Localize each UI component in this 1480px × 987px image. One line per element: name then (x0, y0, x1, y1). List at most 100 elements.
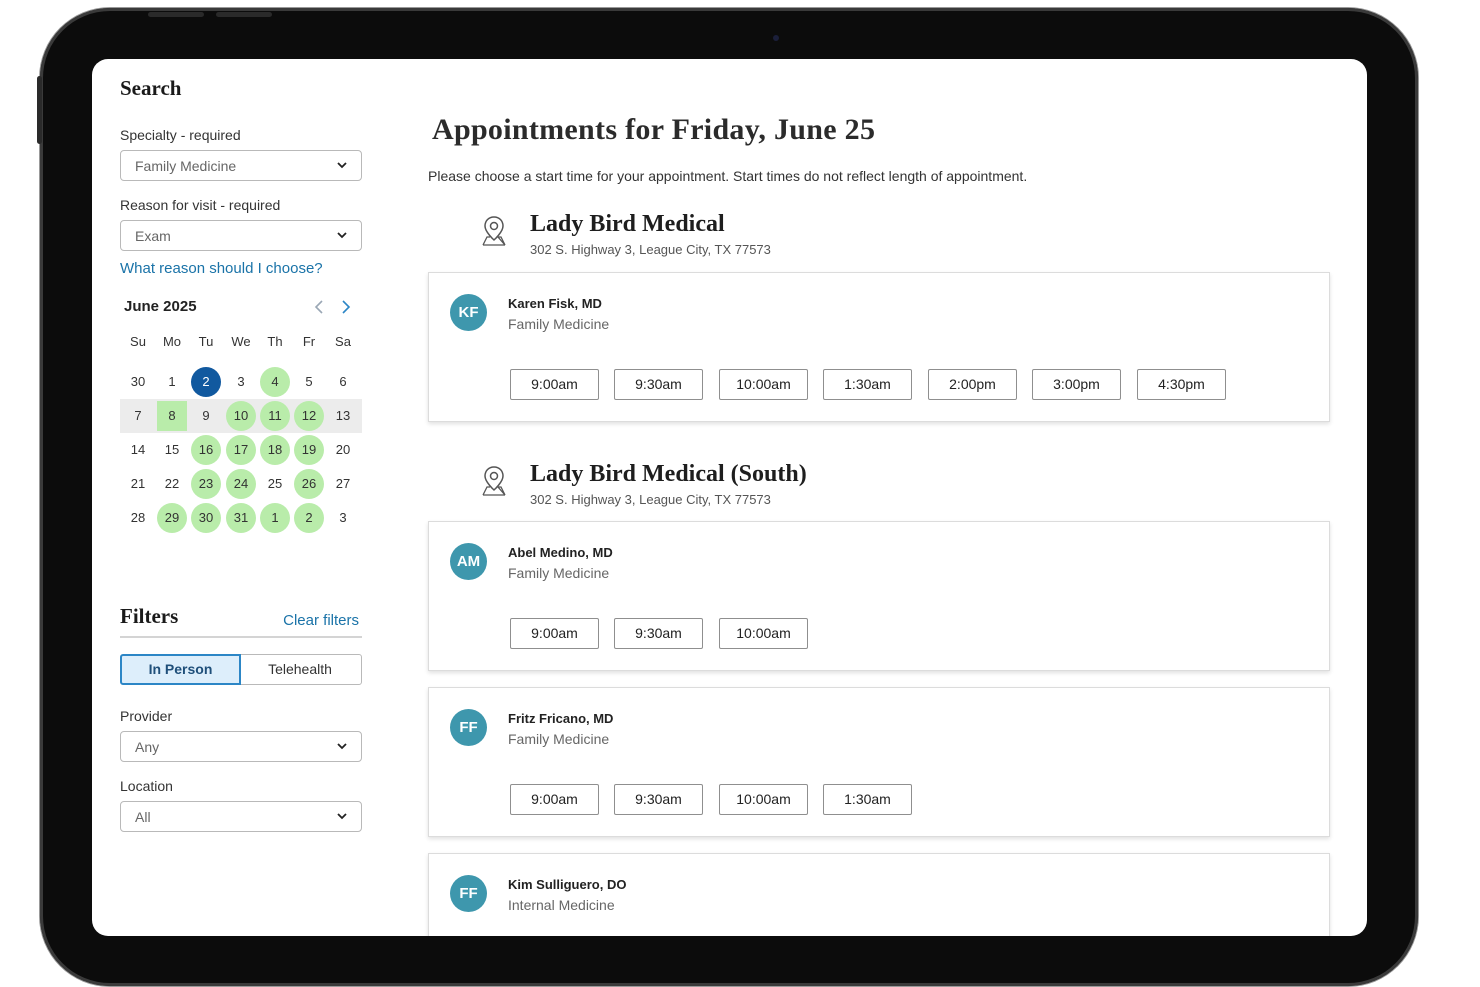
calendar-day[interactable]: 5 (294, 367, 324, 397)
calendar-day-available[interactable]: 19 (294, 435, 324, 465)
calendar-week-row-selected: 7 8 9 10 11 12 13 (120, 399, 362, 433)
calendar-day-available[interactable]: 1 (260, 503, 290, 533)
calendar-day-available[interactable]: 23 (191, 469, 221, 499)
telehealth-option[interactable]: Telehealth (238, 654, 362, 685)
calendar-day[interactable]: 28 (123, 503, 153, 533)
time-slot-button[interactable]: 9:30am (614, 618, 703, 649)
calendar-month-label: June 2025 (124, 298, 197, 315)
provider-select[interactable]: Any (120, 731, 362, 762)
time-slot-button[interactable]: 9:00am (510, 784, 599, 815)
location-name: Lady Bird Medical (South) (530, 461, 807, 487)
calendar-day-available[interactable]: 11 (260, 401, 290, 431)
calendar-day[interactable]: 14 (123, 435, 153, 465)
provider-name: Kim Sulliguero, DO (508, 877, 627, 892)
calendar-day-selected[interactable]: 8 (157, 401, 187, 431)
calendar-day-available[interactable]: 24 (226, 469, 256, 499)
time-slot-button[interactable]: 9:00am (510, 369, 599, 400)
calendar-day[interactable]: 7 (123, 401, 153, 431)
chevron-down-icon (337, 232, 347, 239)
calendar-day[interactable]: 3 (226, 367, 256, 397)
calendar-day-available[interactable]: 29 (157, 503, 187, 533)
reason-help-link[interactable]: What reason should I choose? (120, 260, 323, 277)
calendar-day[interactable]: 9 (191, 401, 221, 431)
provider-card: KF Karen Fisk, MD Family Medicine 9:00am… (428, 272, 1330, 422)
time-slot-button[interactable]: 9:00am (510, 618, 599, 649)
calendar-day[interactable]: 15 (157, 435, 187, 465)
provider-card: FF Kim Sulliguero, DO Internal Medicine (428, 853, 1330, 936)
provider-name: Karen Fisk, MD (508, 296, 602, 311)
filters-heading: Filters (120, 604, 179, 628)
calendar-day[interactable]: 1 (157, 367, 187, 397)
calendar-day-available[interactable]: 16 (191, 435, 221, 465)
calendar-day-available[interactable]: 18 (260, 435, 290, 465)
time-slot-button[interactable]: 4:30pm (1137, 369, 1226, 400)
provider-specialty: Family Medicine (508, 316, 610, 332)
specialty-select[interactable]: Family Medicine (120, 150, 362, 181)
time-slot-button[interactable]: 1:30am (823, 784, 912, 815)
location-name: Lady Bird Medical (530, 211, 725, 237)
location-address: 302 S. Highway 3, League City, TX 77573 (530, 242, 771, 257)
time-slot-button[interactable]: 10:00am (719, 618, 808, 649)
reason-value: Exam (135, 228, 171, 244)
time-slot-button[interactable]: 2:00pm (928, 369, 1017, 400)
side-button (37, 76, 42, 144)
location-address: 302 S. Highway 3, League City, TX 77573 (530, 492, 771, 507)
provider-label: Provider (120, 708, 173, 724)
calendar-day[interactable]: 6 (328, 367, 358, 397)
calendar-day-available[interactable]: 2 (294, 503, 324, 533)
calendar-day-available[interactable]: 30 (191, 503, 221, 533)
calendar-week-row: 28 29 30 31 1 2 3 (120, 501, 362, 535)
provider-specialty: Family Medicine (508, 731, 610, 747)
chevron-down-icon (337, 743, 347, 750)
visit-type-toggle: Telehealth In Person (120, 654, 362, 685)
volume-button (216, 12, 272, 17)
time-slot-button[interactable]: 9:30am (614, 369, 703, 400)
time-slot-button[interactable]: 1:30am (823, 369, 912, 400)
filters-divider (120, 636, 362, 638)
camera-icon (773, 35, 779, 41)
calendar-day-available[interactable]: 4 (260, 367, 290, 397)
calendar-day[interactable]: 13 (328, 401, 358, 431)
time-slot-button[interactable]: 9:30am (614, 784, 703, 815)
calendar-day[interactable]: 3 (328, 503, 358, 533)
calendar-day-available[interactable]: 12 (294, 401, 324, 431)
chevron-left-icon[interactable] (311, 298, 327, 316)
reason-select[interactable]: Exam (120, 220, 362, 251)
reason-label: Reason for visit - required (120, 197, 281, 213)
provider-name: Abel Medino, MD (508, 545, 613, 560)
calendar-day[interactable]: 30 (123, 367, 153, 397)
calendar-day[interactable]: 20 (328, 435, 358, 465)
weekday-label: Sa (335, 334, 351, 349)
provider-value: Any (135, 739, 160, 755)
weekday-label: We (231, 334, 251, 349)
weekday-label: Th (267, 334, 283, 349)
avatar: FF (450, 875, 487, 912)
calendar-week-row: 14 15 16 17 18 19 20 (120, 433, 362, 467)
calendar-week-row: 21 22 23 24 25 26 27 (120, 467, 362, 501)
page-subtitle: Please choose a start time for your appo… (428, 168, 1028, 184)
weekday-label: Mo (162, 334, 182, 349)
clear-filters-link[interactable]: Clear filters (283, 612, 359, 629)
calendar-day-available[interactable]: 10 (226, 401, 256, 431)
calendar-day[interactable]: 27 (328, 469, 358, 499)
calendar-day[interactable]: 25 (260, 469, 290, 499)
chevron-right-icon[interactable] (338, 298, 354, 316)
in-person-option[interactable]: In Person (120, 654, 241, 685)
chevron-down-icon (337, 162, 347, 169)
calendar-day[interactable]: 21 (123, 469, 153, 499)
location-value: All (135, 809, 151, 825)
specialty-label: Specialty - required (120, 127, 241, 143)
time-slot-button[interactable]: 10:00am (719, 369, 808, 400)
provider-specialty: Family Medicine (508, 565, 610, 581)
location-select[interactable]: All (120, 801, 362, 832)
calendar-day-today[interactable]: 2 (191, 367, 221, 397)
calendar-day-available[interactable]: 31 (226, 503, 256, 533)
calendar-day-available[interactable]: 17 (226, 435, 256, 465)
map-pin-icon (482, 466, 506, 496)
provider-name: Fritz Fricano, MD (508, 711, 614, 726)
time-slot-button[interactable]: 10:00am (719, 784, 808, 815)
calendar-day-available[interactable]: 26 (294, 469, 324, 499)
calendar-day[interactable]: 22 (157, 469, 187, 499)
time-slot-button[interactable]: 3:00pm (1032, 369, 1121, 400)
weekday-label: Su (130, 334, 146, 349)
